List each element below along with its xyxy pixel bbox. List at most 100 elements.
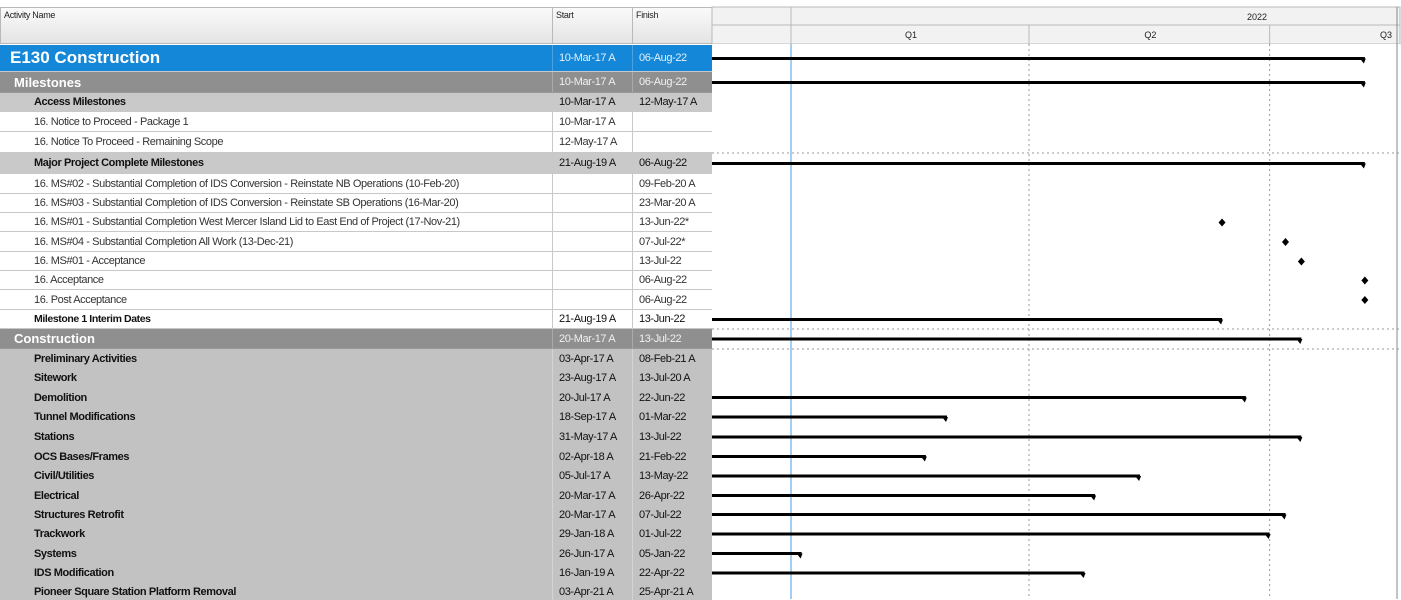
- finish-date-cell: 07-Jul-22*: [632, 232, 712, 251]
- activity-row[interactable]: Systems 26-Jun-17 A 05-Jan-22: [0, 544, 712, 563]
- activity-row[interactable]: 16. Post Acceptance 06-Aug-22: [0, 290, 712, 310]
- group-row[interactable]: Major Project Complete Milestones 21-Aug-…: [0, 153, 712, 174]
- activity-row[interactable]: Sitework 23-Aug-17 A 13-Jul-20 A: [0, 368, 712, 388]
- finish-date-cell: 06-Aug-22: [632, 153, 712, 173]
- finish-date-cell: 13-Jul-20 A: [632, 368, 712, 388]
- start-date-cell: 23-Aug-17 A: [552, 368, 632, 388]
- start-date-cell: 10-Mar-17 A: [552, 93, 632, 111]
- bar-end-marker: [1359, 163, 1366, 169]
- activity-name-cell: 16. Notice To Proceed - Remaining Scope: [34, 136, 224, 148]
- activity-name-cell: Trackwork: [34, 528, 85, 540]
- activity-row[interactable]: Trackwork 29-Jan-18 A 01-Jul-22: [0, 524, 712, 544]
- timeline-body: [712, 44, 1400, 599]
- activity-row[interactable]: 16. MS#03 - Substantial Completion of ID…: [0, 194, 712, 213]
- start-date-cell: 20-Mar-17 A: [552, 329, 632, 348]
- start-date-cell: [552, 194, 632, 212]
- finish-date-cell: 26-Apr-22: [632, 486, 712, 505]
- activity-row[interactable]: Milestone 1 Interim Dates 21-Aug-19 A 13-J…: [0, 310, 712, 329]
- activity-name-cell: Major Project Complete Milestones: [34, 157, 204, 169]
- finish-date-cell: 13-Jul-22: [632, 329, 712, 348]
- activity-row[interactable]: Stations 31-May-17 A 13-Jul-22: [0, 427, 712, 447]
- milestone-diamond: [1218, 218, 1226, 227]
- start-date-cell: 12-May-17 A: [552, 132, 632, 152]
- finish-date-cell: 13-Jun-22*: [632, 213, 712, 231]
- activity-name-cell: Civil/Utilities: [34, 470, 95, 482]
- start-date-cell: 02-Apr-18 A: [552, 447, 632, 466]
- column-header-activity-name[interactable]: Activity Name: [0, 7, 553, 44]
- activity-row[interactable]: Electrical 20-Mar-17 A 26-Apr-22: [0, 486, 712, 505]
- finish-date-cell: 07-Jul-22: [632, 505, 712, 524]
- start-date-cell: [552, 232, 632, 251]
- activity-row[interactable]: 16. MS#04 - Substantial Completion All W…: [0, 232, 712, 252]
- quarter-label: Q2: [1144, 30, 1156, 40]
- activity-row[interactable]: 16. Notice to Proceed - Package 1 10-Mar-…: [0, 112, 712, 132]
- finish-date-cell: 13-Jun-22: [632, 310, 712, 328]
- activity-name-cell: 16. Acceptance: [34, 274, 104, 286]
- activity-row[interactable]: IDS Modification 16-Jan-19 A 22-Apr-22: [0, 563, 712, 583]
- schedule-window: Activity Name Start Finish E130 Construc…: [0, 0, 1401, 600]
- group-row[interactable]: Milestones 10-Mar-17 A 06-Aug-22: [0, 72, 712, 93]
- activity-name-cell: Tunnel Modifications: [34, 411, 136, 423]
- bar-end-marker: [796, 553, 803, 559]
- start-date-cell: 21-Aug-19 A: [552, 310, 632, 328]
- start-date-cell: 10-Mar-17 A: [552, 112, 632, 131]
- column-header-finish[interactable]: Finish: [632, 7, 713, 44]
- finish-date-cell: 01-Mar-22: [632, 407, 712, 427]
- activity-row[interactable]: Pioneer Square Station Platform Removal 0…: [0, 583, 712, 600]
- timeline-header: [711, 6, 1401, 45]
- column-header-start[interactable]: Start: [552, 7, 633, 44]
- activity-row[interactable]: 16. MS#02 - Substantial Completion of ID…: [0, 174, 712, 194]
- start-date-cell: [552, 252, 632, 270]
- bar-end-marker: [1264, 534, 1271, 539]
- activity-row[interactable]: 16. Notice To Proceed - Remaining Scope 1…: [0, 132, 712, 153]
- bar-end-marker: [1090, 495, 1097, 501]
- start-date-cell: 20-Mar-17 A: [552, 505, 632, 524]
- activity-name-cell: 16. MS#02 - Substantial Completion of ID…: [34, 177, 459, 190]
- group-row[interactable]: E130 Construction 10-Mar-17 A 06-Aug-22: [0, 45, 712, 72]
- start-date-cell: 29-Jan-18 A: [552, 524, 632, 544]
- start-date-cell: 10-Mar-17 A: [552, 45, 632, 71]
- bar-end-marker: [1079, 573, 1086, 578]
- group-row[interactable]: Access Milestones 10-Mar-17 A 12-May-17 A: [0, 93, 712, 112]
- start-date-cell: 10-Mar-17 A: [552, 72, 632, 92]
- activity-row[interactable]: 16. MS#01 - Substantial Completion West …: [0, 213, 712, 232]
- activity-row[interactable]: Demolition 20-Jul-17 A 22-Jun-22: [0, 388, 712, 407]
- activity-name-cell: Sitework: [34, 372, 77, 384]
- activity-row[interactable]: 16. MS#01 - Acceptance 13-Jul-22: [0, 252, 712, 271]
- finish-date-cell: 23-Mar-20 A: [632, 194, 712, 212]
- finish-date-cell: 05-Jan-22: [632, 544, 712, 563]
- activity-row[interactable]: Structures Retrofit 20-Mar-17 A 07-Jul-22: [0, 505, 712, 524]
- bar-end-marker: [920, 456, 927, 462]
- activity-row[interactable]: OCS Bases/Frames 02-Apr-18 A 21-Feb-22: [0, 447, 712, 466]
- activity-name-cell: 16. Post Acceptance: [34, 293, 127, 306]
- finish-date-cell: 22-Apr-22: [632, 563, 712, 583]
- activity-name-cell: 16. Notice to Proceed - Package 1: [34, 115, 189, 128]
- activity-row[interactable]: 16. Acceptance 06-Aug-22: [0, 271, 712, 290]
- activity-name-cell: Structures Retrofit: [34, 508, 124, 521]
- finish-date-cell: 06-Aug-22: [632, 72, 712, 92]
- start-date-cell: 03-Apr-17 A: [552, 349, 632, 368]
- activity-row[interactable]: Preliminary Activities 03-Apr-17 A 08-Feb-…: [0, 349, 712, 368]
- milestone-diamond: [1361, 276, 1369, 285]
- bar-end-marker: [1359, 58, 1366, 64]
- activity-name-cell: IDS Modification: [34, 567, 114, 579]
- activity-name-cell: Electrical: [34, 489, 79, 502]
- activity-row[interactable]: Civil/Utilities 05-Jul-17 A 13-May-22: [0, 466, 712, 486]
- quarter-label: Q1: [905, 30, 917, 40]
- bar-end-marker: [1135, 476, 1142, 481]
- finish-date-cell: [632, 112, 712, 131]
- start-date-cell: [552, 213, 632, 231]
- milestone-diamond: [1297, 257, 1305, 266]
- activity-name-cell: Demolition: [34, 391, 87, 404]
- finish-date-cell: 12-May-17 A: [632, 93, 712, 111]
- start-date-cell: [552, 271, 632, 289]
- start-date-cell: 16-Jan-19 A: [552, 563, 632, 583]
- group-row[interactable]: Construction 20-Mar-17 A 13-Jul-22: [0, 329, 712, 349]
- finish-date-cell: 13-Jul-22: [632, 252, 712, 270]
- bar-end-marker: [1359, 82, 1366, 88]
- start-date-cell: 18-Sep-17 A: [552, 407, 632, 427]
- year-label: 2022: [1247, 12, 1267, 22]
- activity-row[interactable]: Tunnel Modifications 18-Sep-17 A 01-Mar-22: [0, 407, 712, 427]
- bar-end-marker: [1240, 397, 1247, 403]
- activity-name-cell: OCS Bases/Frames: [34, 450, 130, 463]
